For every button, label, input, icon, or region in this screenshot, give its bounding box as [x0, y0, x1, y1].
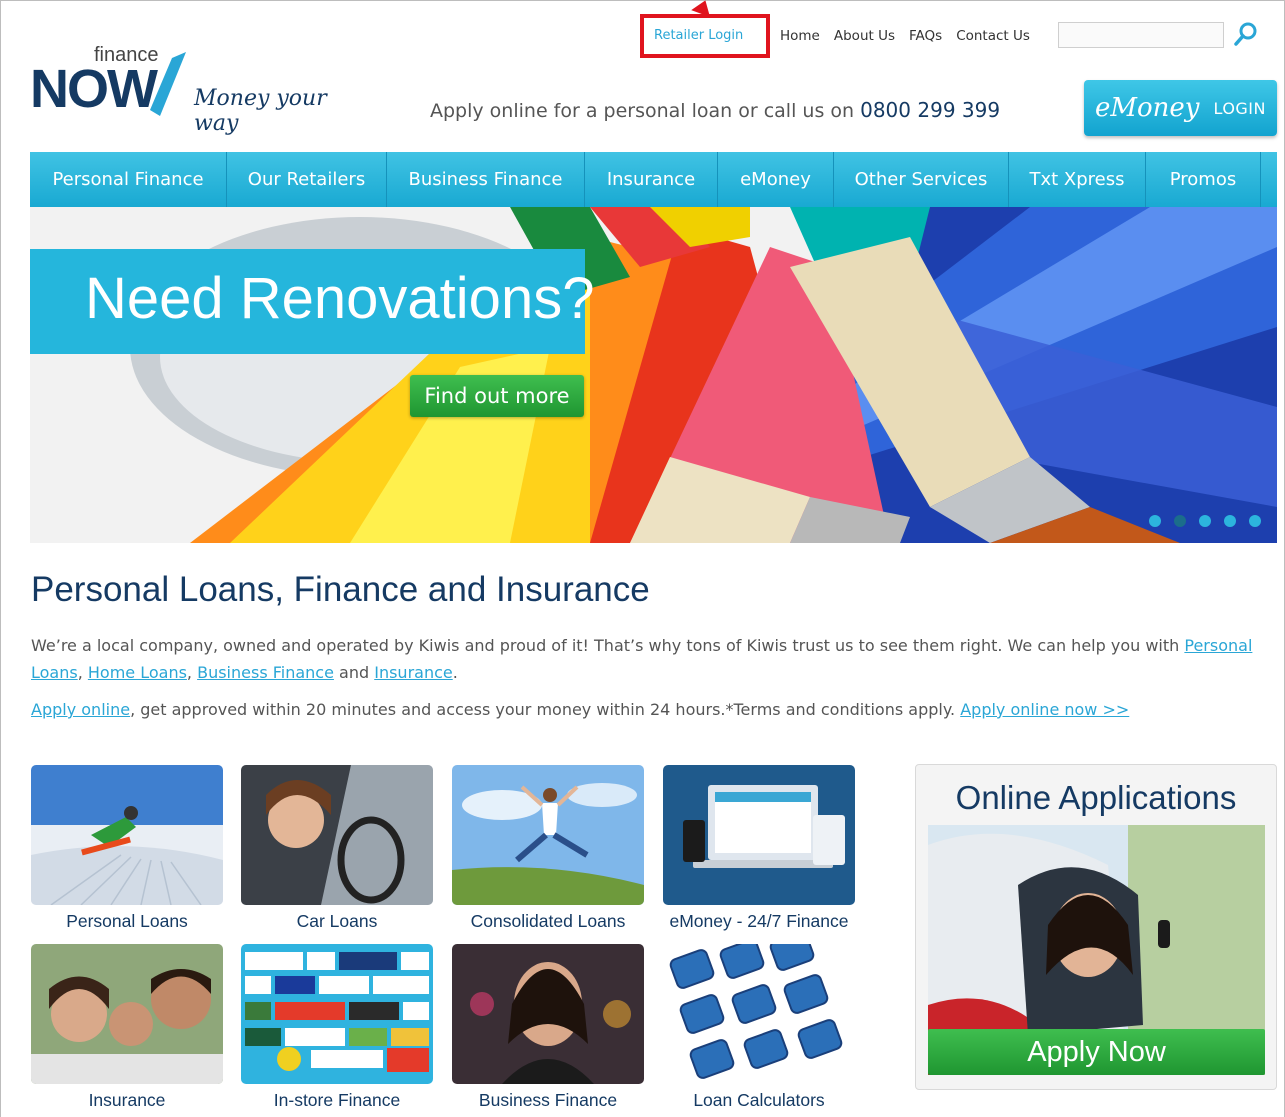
find-out-more-button[interactable]: Find out more — [410, 375, 584, 417]
retailer-login-link[interactable]: Retailer Login — [654, 28, 743, 43]
calculator-keys-image — [663, 944, 855, 1084]
top-link-about-us[interactable]: About Us — [834, 28, 895, 44]
search-input[interactable] — [1058, 22, 1224, 48]
emoney-login-button[interactable]: eMoney LOGIN — [1084, 80, 1277, 136]
slider-dot-1[interactable] — [1149, 515, 1161, 527]
intro-text: We’re a local company, owned and operate… — [31, 636, 1180, 655]
slider-dot-2[interactable] — [1174, 515, 1186, 527]
hero-banner: Need Renovations? Find out more — [30, 207, 1277, 543]
tile-in-store-finance[interactable]: In-store Finance — [241, 944, 433, 1111]
tile-insurance[interactable]: Insurance — [31, 944, 223, 1111]
apply-call-label: Apply online for a personal loan or call… — [430, 100, 855, 122]
apply-online-call-text: Apply online for a personal loan or call… — [430, 98, 1000, 122]
retailer-logos-image — [241, 944, 433, 1084]
slider-dot-4[interactable] — [1224, 515, 1236, 527]
nav-promos[interactable]: Promos — [1146, 152, 1261, 207]
hero-title: Need Renovations? — [85, 266, 595, 331]
slider-dot-5[interactable] — [1249, 515, 1261, 527]
tile-personal-loans[interactable]: Personal Loans — [31, 765, 223, 932]
tile-label: eMoney - 24/7 Finance — [669, 911, 849, 931]
devices-image — [663, 765, 855, 905]
nav-other-services[interactable]: Other Services — [834, 152, 1009, 207]
link-business-finance[interactable]: Business Finance — [197, 663, 334, 682]
tile-label: Business Finance — [478, 1090, 618, 1110]
apply-now-button[interactable]: Apply Now — [928, 1029, 1265, 1075]
tile-loan-calculators[interactable]: Loan Calculators — [663, 944, 855, 1111]
online-applications-title: Online Applications — [955, 779, 1237, 816]
search-icon[interactable] — [1232, 20, 1260, 48]
tile-emoney[interactable]: eMoney - 24/7 Finance — [663, 765, 855, 932]
top-links: Home About Us FAQs Contact Us — [780, 28, 1030, 44]
top-link-contact-us[interactable]: Contact Us — [956, 28, 1030, 44]
nav-emoney[interactable]: eMoney — [718, 152, 834, 207]
nav-business-finance[interactable]: Business Finance — [387, 152, 585, 207]
nav-personal-finance[interactable]: Personal Finance — [30, 152, 227, 207]
main-nav: Personal Finance Our Retailers Business … — [30, 152, 1277, 207]
tile-label: Personal Loans — [66, 911, 188, 931]
nav-txt-xpress[interactable]: Txt Xpress — [1009, 152, 1146, 207]
finance-now-logo[interactable]: finance NOW Money your way — [30, 44, 360, 136]
top-link-faqs[interactable]: FAQs — [909, 28, 942, 44]
family-image — [31, 944, 223, 1084]
jumping-woman-image — [452, 765, 644, 905]
tile-car-loans[interactable]: Car Loans — [241, 765, 433, 932]
apply-description: , get approved within 20 minutes and acc… — [130, 700, 956, 719]
link-insurance[interactable]: Insurance — [374, 663, 453, 682]
tile-label: Consolidated Loans — [470, 911, 626, 931]
nav-our-retailers[interactable]: Our Retailers — [227, 152, 387, 207]
nav-insurance[interactable]: Insurance — [585, 152, 718, 207]
slider-dots — [1149, 515, 1261, 527]
link-apply-online[interactable]: Apply online — [31, 700, 130, 719]
page-title: Personal Loans, Finance and Insurance — [31, 570, 650, 609]
apply-paragraph: Apply online, get approved within 20 min… — [31, 700, 1129, 719]
top-link-home[interactable]: Home — [780, 28, 820, 44]
emoney-brand-text: eMoney — [1094, 93, 1200, 123]
tile-label: In-store Finance — [273, 1090, 401, 1110]
tile-business-finance[interactable]: Business Finance — [452, 944, 644, 1111]
tile-consolidated-loans[interactable]: Consolidated Loans — [452, 765, 644, 932]
online-applications-panel: Online Applications Apply Now — [915, 764, 1277, 1090]
logo-tagline: Money your way — [194, 86, 327, 136]
businesswoman-image — [452, 944, 644, 1084]
intro-paragraph: We’re a local company, owned and operate… — [31, 636, 1253, 682]
woman-in-car-image — [241, 765, 433, 905]
logo-now-text: NOW — [30, 59, 158, 119]
snowboarder-image — [31, 765, 223, 905]
link-apply-online-now[interactable]: Apply online now >> — [960, 700, 1129, 719]
tile-label: Car Loans — [296, 911, 378, 931]
link-home-loans[interactable]: Home Loans — [88, 663, 187, 682]
phone-number[interactable]: 0800 299 399 — [860, 98, 1000, 122]
tile-label: Insurance — [88, 1090, 166, 1110]
emoney-login-text: LOGIN — [1213, 98, 1266, 118]
tile-label: Loan Calculators — [693, 1090, 825, 1110]
slider-dot-3[interactable] — [1199, 515, 1211, 527]
